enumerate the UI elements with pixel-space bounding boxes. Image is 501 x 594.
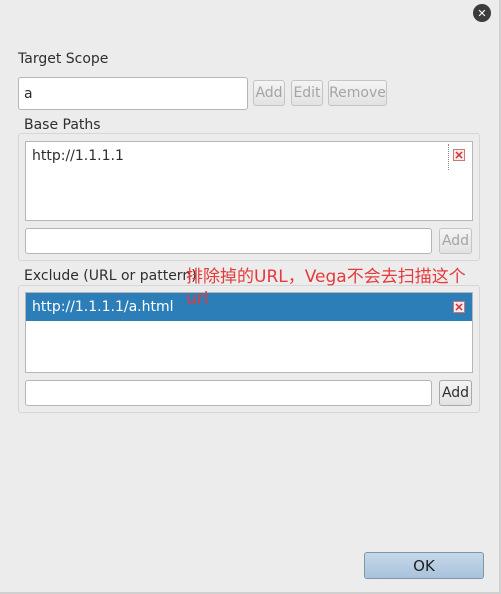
- exclude-label: Exclude (URL or pattern): [22, 268, 199, 284]
- base-path-input[interactable]: [25, 228, 432, 254]
- target-scope-dialog: ✕ Target Scope a Add Edit Remove Base Pa…: [0, 0, 501, 594]
- column-divider: [448, 144, 449, 170]
- close-icon[interactable]: ✕: [473, 4, 491, 22]
- base-paths-label: Base Paths: [22, 117, 103, 133]
- annotation-text: 排除掉的URL，Vega不会去扫描这个 url: [186, 266, 466, 310]
- base-path-url: http://1.1.1.1: [32, 148, 124, 164]
- ok-button[interactable]: OK: [364, 552, 484, 579]
- list-item[interactable]: http://1.1.1.1: [26, 142, 472, 170]
- target-scope-label: Target Scope: [18, 51, 109, 67]
- exclude-url: http://1.1.1.1/a.html: [32, 299, 174, 315]
- exclude-add-button[interactable]: Add: [439, 380, 472, 406]
- scope-edit-button[interactable]: Edit: [291, 80, 323, 106]
- annotation-line-2: url: [186, 289, 209, 309]
- target-scope-field[interactable]: a: [18, 77, 248, 110]
- exclude-input[interactable]: [25, 380, 432, 406]
- target-scope-value: a: [24, 85, 33, 102]
- delete-icon[interactable]: [453, 149, 465, 161]
- scope-add-button[interactable]: Add: [253, 80, 285, 106]
- base-path-add-button[interactable]: Add: [439, 228, 472, 254]
- base-paths-list: http://1.1.1.1: [25, 141, 473, 221]
- annotation-line-1: 排除掉的URL，Vega不会去扫描这个: [186, 267, 466, 287]
- scope-remove-button[interactable]: Remove: [328, 80, 387, 106]
